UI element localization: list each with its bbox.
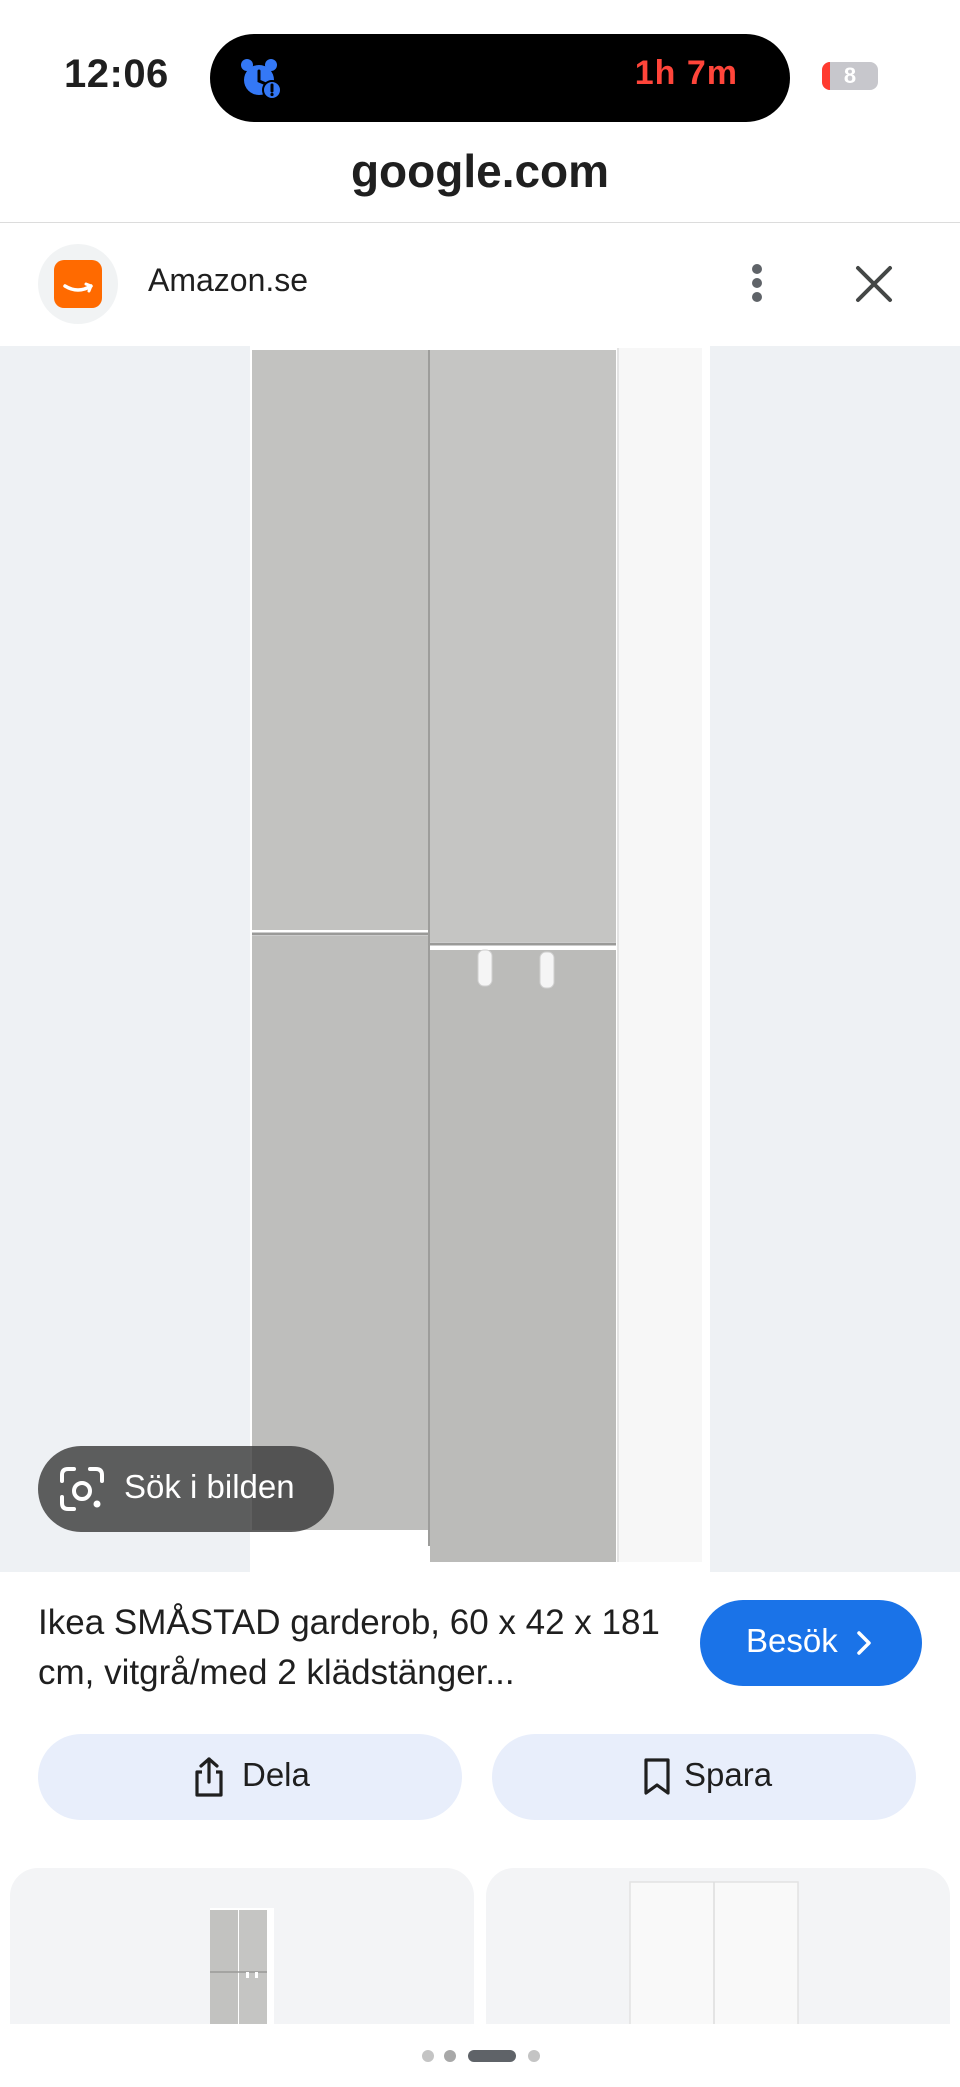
save-button[interactable]: Spara xyxy=(492,1734,916,1820)
share-button[interactable]: Dela xyxy=(38,1734,462,1820)
url-bar[interactable]: google.com xyxy=(0,144,960,198)
close-icon[interactable] xyxy=(852,262,896,306)
product-image-area[interactable] xyxy=(0,346,960,1572)
related-wardrobe-image xyxy=(210,1908,274,2028)
alarm-icon xyxy=(241,59,282,100)
visit-label: Besök xyxy=(746,1622,838,1659)
related-image-card[interactable] xyxy=(10,1868,474,2028)
dynamic-island: 1h 7m xyxy=(210,34,790,122)
related-image-card[interactable] xyxy=(486,1868,950,2028)
visit-button[interactable]: Besök xyxy=(700,1600,922,1686)
bookmark-icon xyxy=(644,1758,670,1795)
amazon-logo-icon[interactable] xyxy=(38,244,118,324)
page-dot[interactable] xyxy=(444,2050,456,2062)
save-label: Spara xyxy=(684,1756,773,1793)
timer-text: 1h 7m xyxy=(634,54,738,92)
page-dot[interactable] xyxy=(528,2050,540,2062)
chevron-right-icon xyxy=(857,1631,871,1655)
page-dot-active[interactable] xyxy=(468,2050,516,2062)
search-in-image-button[interactable]: Sök i bilden xyxy=(38,1446,334,1532)
share-label: Dela xyxy=(242,1756,310,1793)
battery-icon: 8 xyxy=(822,62,878,90)
product-image[interactable] xyxy=(250,346,710,1572)
source-name[interactable]: Amazon.se xyxy=(148,262,308,299)
google-lens-icon xyxy=(60,1467,104,1511)
page-dot[interactable] xyxy=(422,2050,434,2062)
status-time: 12:06 xyxy=(64,52,169,96)
product-title[interactable]: Ikea SMÅSTAD garderob, 60 x 42 x 181 cm,… xyxy=(38,1598,678,1698)
divider xyxy=(0,222,960,223)
lens-label: Sök i bilden xyxy=(124,1468,295,1505)
share-icon xyxy=(195,1757,223,1797)
wardrobe-image xyxy=(250,346,710,1572)
battery-level: 8 xyxy=(843,63,857,88)
more-vert-icon[interactable] xyxy=(742,258,772,308)
related-white-wardrobe-image xyxy=(629,1881,799,2028)
